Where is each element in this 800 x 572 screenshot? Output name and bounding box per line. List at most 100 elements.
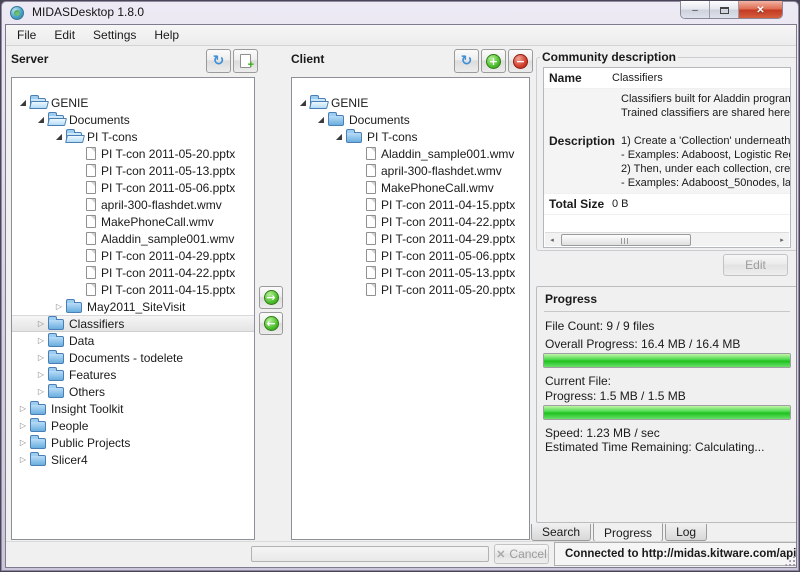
community-description-table: NameClassifiersDescriptionClassifiers bu…	[543, 67, 791, 248]
tree-item[interactable]: PI T-con 2011-04-15.pptx	[12, 281, 254, 298]
tree-item[interactable]: PI T-con 2011-05-13.pptx	[292, 264, 529, 281]
new-document-icon: +	[240, 54, 251, 68]
expand-arrow-icon[interactable]: ▷	[34, 370, 48, 379]
tree-item[interactable]: ◢PI T-cons	[12, 128, 254, 145]
expand-arrow-icon[interactable]: ▷	[34, 319, 48, 328]
tree-item[interactable]: ▷Slicer4	[12, 451, 254, 468]
tab-log[interactable]: Log	[665, 524, 707, 541]
tree-item[interactable]: ◢ Documents	[12, 111, 254, 128]
tree-item[interactable]: PI T-con 2011-04-22.pptx	[292, 213, 529, 230]
tree-item-label: Documents	[69, 113, 130, 127]
current-progress-bar	[543, 405, 791, 420]
tab-progress[interactable]: Progress	[593, 523, 663, 542]
collapse-arrow-icon[interactable]: ◢	[34, 115, 48, 124]
expand-arrow-icon[interactable]: ▷	[34, 387, 48, 396]
file-icon	[366, 215, 376, 228]
file-icon	[366, 232, 376, 245]
tree-item[interactable]: PI T-con 2011-04-15.pptx	[292, 196, 529, 213]
tree-item[interactable]: PI T-con 2011-05-06.pptx	[292, 247, 529, 264]
expand-arrow-icon[interactable]: ▷	[16, 404, 30, 413]
scrollbar-thumb[interactable]	[561, 234, 691, 246]
tree-item[interactable]: PI T-con 2011-04-29.pptx	[292, 230, 529, 247]
tree-item[interactable]: ▷Insight Toolkit	[12, 400, 254, 417]
client-add-button[interactable]: +	[481, 49, 506, 73]
tree-item[interactable]: ◢Documents	[292, 111, 529, 128]
tree-item[interactable]: PI T-con 2011-05-20.pptx	[292, 281, 529, 298]
tree-item[interactable]: PI T-con 2011-05-13.pptx	[12, 162, 254, 179]
folder-icon	[48, 387, 64, 398]
tree-item[interactable]: PI T-con 2011-05-20.pptx	[12, 145, 254, 162]
file-icon	[86, 266, 96, 279]
tree-item[interactable]: ◢PI T-cons	[292, 128, 529, 145]
refresh-icon: ↻	[461, 53, 473, 69]
field-value-line: Trained classifiers are shared here.	[621, 106, 790, 120]
tree-item[interactable]: ▷ Features	[12, 366, 254, 383]
tree-item-label: Features	[69, 368, 116, 382]
file-icon	[366, 198, 376, 211]
maximize-button[interactable]	[710, 1, 739, 19]
server-tree: ◢GENIE◢Documents◢PI T-consPI T-con 2011-…	[11, 77, 255, 540]
tree-item[interactable]: MakePhoneCall.wmv	[292, 179, 529, 196]
collapse-arrow-icon[interactable]: ◢	[332, 132, 346, 141]
expand-arrow-icon[interactable]: ▷	[34, 336, 48, 345]
menu-bar: FileEditSettingsHelp	[6, 25, 796, 46]
tree-item-label: May2011_SiteVisit	[87, 300, 185, 314]
minus-icon: −	[513, 54, 528, 69]
arrow-right-icon: →	[264, 290, 279, 305]
tree-item[interactable]: april-300-flashdet.wmv	[12, 196, 254, 213]
window-frame: MIDASDesktop 1.8.0 – ✕ FileEditSettingsH…	[1, 1, 799, 571]
tree-item[interactable]: PI T-con 2011-04-22.pptx	[12, 264, 254, 281]
folder-icon	[30, 455, 46, 466]
tree-item-label: PI T-con 2011-04-29.pptx	[101, 249, 235, 263]
expand-arrow-icon[interactable]: ▷	[16, 438, 30, 447]
collapse-arrow-icon[interactable]: ◢	[314, 115, 328, 124]
server-refresh-button[interactable]: ↻	[206, 49, 231, 73]
tree-item[interactable]: ▷Classifiers	[12, 315, 254, 332]
title-bar[interactable]: MIDASDesktop 1.8.0 – ✕	[2, 2, 798, 23]
transfer-to-client-button[interactable]: →	[259, 286, 283, 309]
scroll-left-icon[interactable]: ◂	[545, 236, 559, 244]
tree-item[interactable]: ▷Others	[12, 383, 254, 400]
client-refresh-button[interactable]: ↻	[454, 49, 479, 73]
tree-item[interactable]: ▷Documents - todelete	[12, 349, 254, 366]
tree-item[interactable]: ▷Public Projects	[12, 434, 254, 451]
tree-item[interactable]: Aladdin_sample001.wmv	[12, 230, 254, 247]
expand-arrow-icon[interactable]: ▷	[16, 455, 30, 464]
tree-item[interactable]: PI T-con 2011-04-29.pptx	[12, 247, 254, 264]
scroll-right-icon[interactable]: ▸	[775, 236, 789, 244]
expand-arrow-icon[interactable]: ▷	[34, 353, 48, 362]
expand-arrow-icon[interactable]: ▷	[16, 421, 30, 430]
close-button[interactable]: ✕	[739, 1, 782, 19]
expand-arrow-icon[interactable]: ▷	[52, 302, 66, 311]
client-remove-button[interactable]: −	[508, 49, 533, 73]
tree-item[interactable]: april-300-flashdet.wmv	[292, 162, 529, 179]
menu-edit[interactable]: Edit	[45, 26, 84, 45]
status-bar: ✕ Cancel Connected to http://midas.kitwa…	[6, 541, 796, 567]
tab-bar: SearchProgressLog	[531, 523, 709, 542]
collapse-arrow-icon[interactable]: ◢	[16, 98, 30, 107]
menu-help[interactable]: Help	[145, 26, 188, 45]
horizontal-scrollbar[interactable]: ◂ ▸	[545, 232, 789, 246]
refresh-icon: ↻	[213, 53, 225, 69]
server-new-resource-button[interactable]: +	[233, 49, 258, 73]
eta-text: Estimated Time Remaining: Calculating...	[545, 440, 791, 454]
menu-file[interactable]: File	[8, 26, 45, 45]
tree-item[interactable]: MakePhoneCall.wmv	[12, 213, 254, 230]
tree-item[interactable]: ▷ May2011_SiteVisit	[12, 298, 254, 315]
tree-item[interactable]: ▷People	[12, 417, 254, 434]
edit-button[interactable]: Edit	[723, 254, 788, 276]
tab-search[interactable]: Search	[531, 524, 591, 541]
tree-item[interactable]: Aladdin_sample001.wmv	[292, 145, 529, 162]
cancel-button[interactable]: ✕ Cancel	[494, 544, 549, 564]
tree-item[interactable]: ▷Data	[12, 332, 254, 349]
divider	[544, 311, 790, 312]
collapse-arrow-icon[interactable]: ◢	[296, 98, 310, 107]
minimize-button[interactable]: –	[681, 1, 710, 19]
file-icon	[86, 164, 96, 177]
tree-item[interactable]: PI T-con 2011-05-06.pptx	[12, 179, 254, 196]
transfer-to-server-button[interactable]: ←	[259, 312, 283, 335]
tree-item[interactable]: ◢GENIE	[12, 94, 254, 111]
tree-item[interactable]: ◢GENIE	[292, 94, 529, 111]
collapse-arrow-icon[interactable]: ◢	[52, 132, 66, 141]
menu-settings[interactable]: Settings	[84, 26, 145, 45]
